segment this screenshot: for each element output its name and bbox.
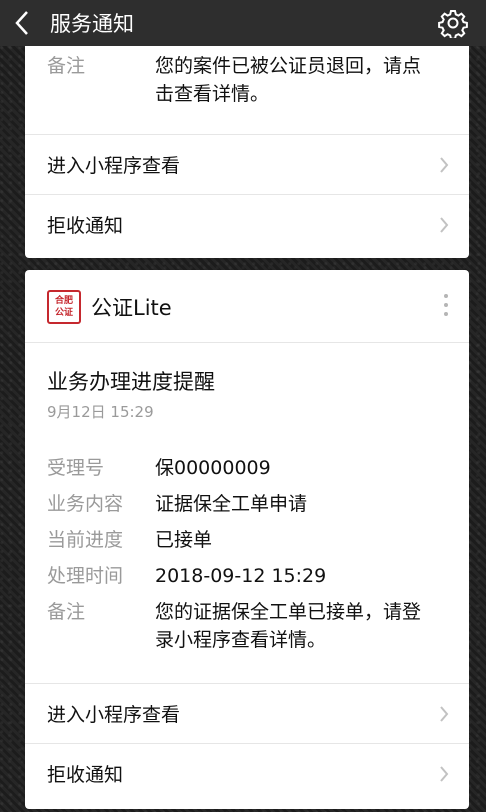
page-title: 服务通知 (50, 12, 134, 36)
remark-value: 您的证据保全工单已接单，请登 录小程序查看详情。 (155, 598, 421, 654)
remark-value: 您的案件已被公证员退回，请点 击查看详情。 (155, 52, 421, 108)
field-row: 处理时间 2018-09-12 15:29 (47, 562, 447, 590)
remark-label: 备注 (47, 601, 86, 623)
card1-fields: 备注 您的案件已被公证员退回，请点 击查看详情。 (47, 52, 447, 116)
open-miniprogram-button[interactable]: 进入小程序查看 (25, 134, 469, 193)
chevron-left-icon (15, 11, 28, 35)
remark-row: 备注 您的证据保全工单已接单，请登 录小程序查看详情。 (47, 598, 447, 654)
reject-notification-label: 拒收通知 (47, 763, 124, 786)
field-value: 保00000009 (155, 457, 271, 479)
remark-line-1: 您的证据保全工单已接单，请登 (155, 601, 422, 623)
chevron-right-icon (440, 157, 449, 173)
top-bar: 服务通知 (0, 0, 486, 46)
notification-time: 9月12日 15:29 (47, 403, 154, 421)
field-label: 当前进度 (47, 529, 124, 551)
open-miniprogram-button[interactable]: 进入小程序查看 (25, 683, 469, 742)
open-miniprogram-label: 进入小程序查看 (47, 154, 181, 177)
reject-notification-label: 拒收通知 (47, 214, 124, 237)
notification-heading: 业务办理进度提醒 (47, 370, 215, 394)
field-row: 当前进度 已接单 (47, 526, 447, 554)
card2-fields: 受理号 保00000009 业务内容 证据保全工单申请 当前进度 已接单 处理时… (47, 454, 447, 662)
field-label: 业务内容 (47, 493, 124, 515)
chevron-right-icon (440, 706, 449, 722)
chevron-right-icon (440, 217, 449, 233)
field-value: 证据保全工单申请 (155, 493, 308, 515)
gear-icon[interactable] (438, 8, 468, 38)
remark-line-2: 击查看详情。 (155, 83, 270, 105)
remark-row: 备注 您的案件已被公证员退回，请点 击查看详情。 (47, 52, 447, 108)
field-label: 受理号 (47, 457, 105, 479)
field-value: 2018-09-12 15:29 (155, 565, 327, 587)
field-row: 受理号 保00000009 (47, 454, 447, 482)
more-options-icon[interactable] (443, 294, 449, 320)
chevron-right-icon (440, 766, 449, 782)
remark-line-2: 录小程序查看详情。 (155, 629, 327, 651)
remark-line-1: 您的案件已被公证员退回，请点 (155, 55, 422, 77)
reject-notification-button[interactable]: 拒收通知 (25, 194, 469, 253)
notification-card-2: 合肥 公证 公证Lite 业务办理进度提醒 9月12日 15:29 受理号 保0… (25, 270, 469, 809)
field-row: 业务内容 证据保全工单申请 (47, 490, 447, 518)
remark-label: 备注 (47, 55, 86, 77)
field-value: 已接单 (155, 529, 213, 551)
back-button[interactable] (0, 0, 44, 46)
field-label: 处理时间 (47, 565, 124, 587)
notification-card-1: 备注 您的案件已被公证员退回，请点 击查看详情。 进入小程序查看 拒收通知 (25, 36, 469, 258)
app-header[interactable]: 合肥 公证 公证Lite (25, 270, 469, 343)
open-miniprogram-label: 进入小程序查看 (47, 703, 181, 726)
reject-notification-button[interactable]: 拒收通知 (25, 743, 469, 802)
app-name: 公证Lite (91, 296, 172, 320)
app-logo: 合肥 公证 (47, 290, 81, 324)
